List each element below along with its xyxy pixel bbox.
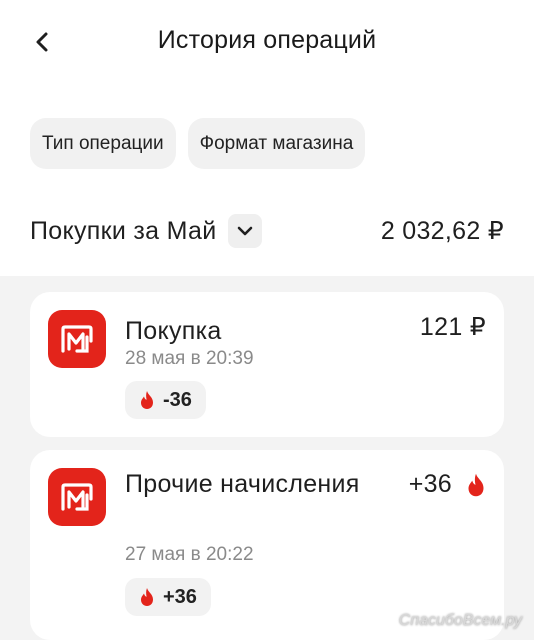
bonus-value: +36 [163,585,197,608]
summary-title: Покупки за Май [30,216,217,245]
filter-store-format[interactable]: Формат магазина [187,118,366,169]
period-dropdown-button[interactable] [228,214,263,248]
bonus-badge: +36 [125,578,211,616]
operation-amount: 121 ₽ [420,312,486,342]
operation-amount: +36 [409,470,486,499]
summary-row: Покупки за Май 2 032,62 ₽ [30,208,504,254]
magnit-logo-icon [48,310,106,368]
period-selector[interactable]: Покупки за Май [30,214,263,248]
bonus-badge: -36 [125,381,206,419]
operation-title: Покупка [125,317,222,345]
amount-value: +36 [408,470,452,498]
operation-title: Прочие начисления [125,470,360,498]
bonus-value: -36 [163,388,192,411]
filter-operation-type[interactable]: Тип операции [30,118,176,169]
operation-card[interactable]: Покупка 28 мая в 20:39 121 ₽ -36 [30,292,504,437]
page-title: История операций [157,26,377,54]
flame-icon [141,391,153,409]
flame-icon [141,588,153,606]
filter-chips: Тип операции Формат магазина [30,118,366,169]
header: История операций [0,0,534,90]
magnit-logo-icon [48,468,106,526]
amount-value: 121 ₽ [419,313,486,341]
operation-date: 28 мая в 20:39 [125,348,254,369]
chevron-down-icon [238,226,253,236]
operation-date: 27 мая в 20:22 [125,544,254,565]
flame-icon [468,473,484,496]
watermark: СпасибоВсем.ру [398,612,522,629]
summary-total: 2 032,62 ₽ [380,217,504,245]
